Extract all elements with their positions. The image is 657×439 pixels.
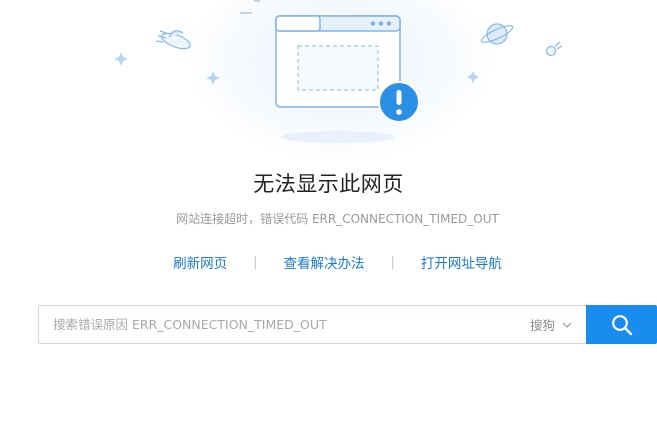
refresh-link[interactable]: 刷新网页 [173,252,227,272]
search-icon [611,314,632,335]
solutions-link[interactable]: 查看解决办法 [284,252,365,272]
decor-dashes [240,0,260,14]
error-subtitle: 网站连接超时，错误代码 ERR_CONNECTION_TIMED_OUT [176,212,499,226]
planet-icon [480,23,514,45]
action-links: 刷新网页 | 查看解决办法 | 打开网址导航 [0,252,657,273]
search-button[interactable] [586,305,657,344]
search-input[interactable] [39,305,530,344]
window-shadow [281,131,395,143]
search-engine-select[interactable]: 搜狗 [530,315,586,334]
rocket-icon [545,41,563,57]
ufo-icon [155,30,191,50]
separator: | [253,254,258,270]
chevron-down-icon [562,322,572,328]
error-illustration [114,0,563,143]
separator: | [390,254,395,270]
search-box: 搜狗 [38,305,586,344]
page-title: 无法显示此网页 [253,172,404,196]
url-nav-link[interactable]: 打开网址导航 [421,252,502,272]
alert-icon [378,81,420,123]
search-engine-label: 搜狗 [529,318,555,333]
error-page: 无法显示此网页 网站连接超时，错误代码 ERR_CONNECTION_TIMED… [0,0,657,439]
search-bar: 搜狗 [38,305,657,344]
